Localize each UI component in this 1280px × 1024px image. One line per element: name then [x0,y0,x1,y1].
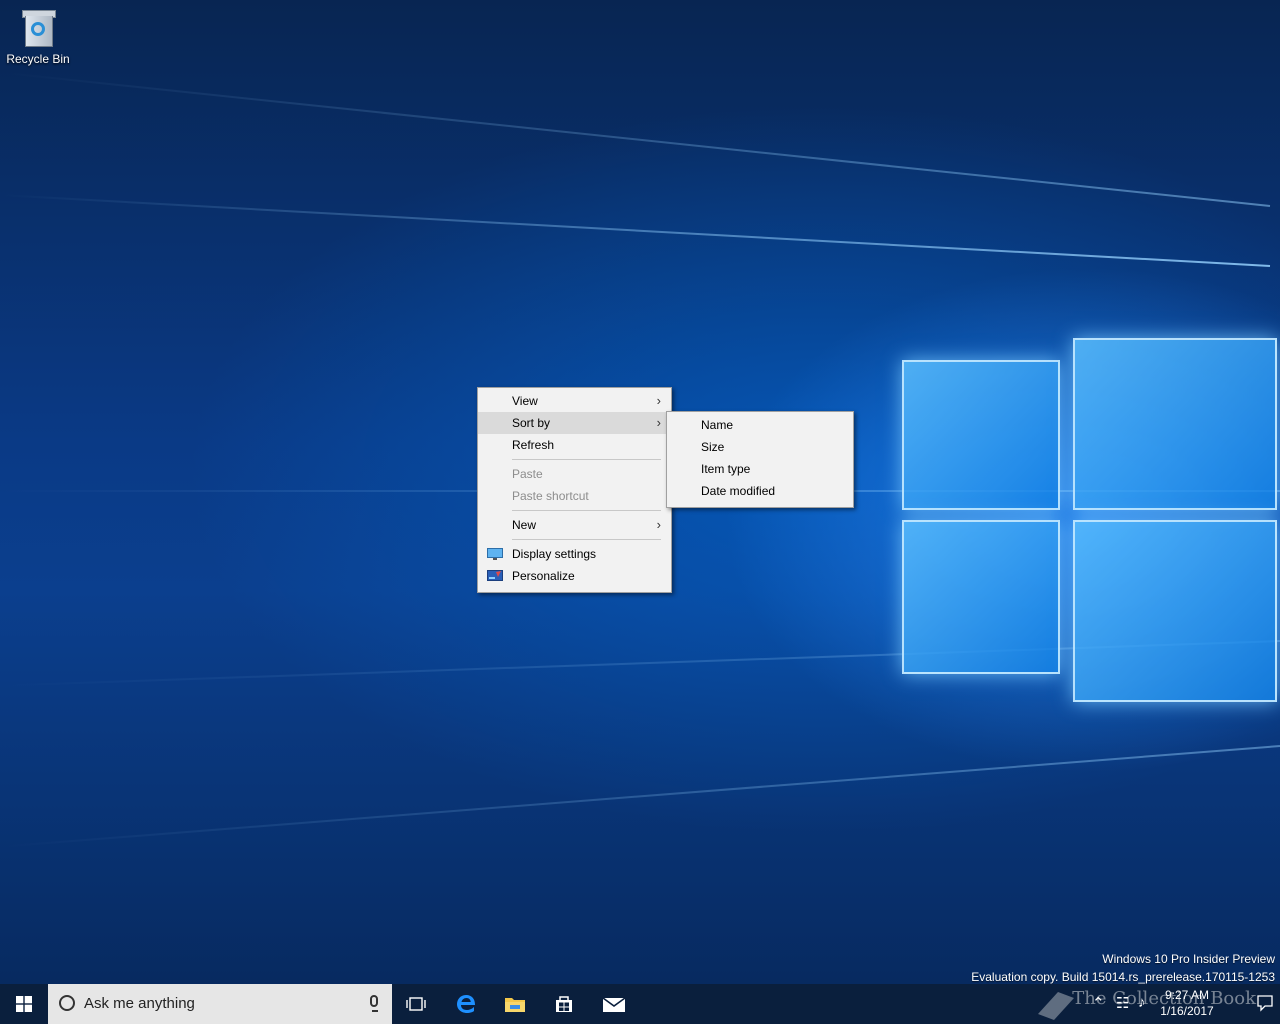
desktop-icon-label: Recycle Bin [6,52,70,66]
menu-item-label: New [512,518,537,532]
taskbar: Ask me anything ⌃ ☷ ♪ 9:27 AM 1/16/2017 … [0,984,1280,1024]
menu-item-label: Personalize [512,569,575,583]
mail-icon [602,997,626,1012]
desktop-icon-recycle-bin[interactable]: Recycle Bin [6,8,70,66]
menu-item-new[interactable]: New › [478,514,671,536]
personalize-icon [487,570,503,581]
file-explorer-icon [505,998,525,1012]
light-beam [3,745,1280,848]
menu-item-label: Paste shortcut [512,489,589,503]
menu-item-label: Item type [701,462,751,476]
menu-item-paste[interactable]: Paste [478,463,671,485]
menu-item-paste-shortcut[interactable]: Paste shortcut [478,485,671,507]
start-button[interactable] [0,984,48,1024]
logo-pane [902,360,1060,510]
submenu-item-item-type[interactable]: Item type [667,458,853,480]
chevron-right-icon: › [656,393,661,408]
logo-pane [902,520,1060,674]
logo-pane [1073,338,1277,510]
menu-item-personalize[interactable]: Personalize [478,565,671,587]
menu-item-label: View [512,394,538,408]
recycle-bin-icon [20,8,56,48]
menu-item-label: Size [701,440,725,454]
menu-item-label: Refresh [512,438,555,452]
menu-item-sort-by[interactable]: Sort by › [478,412,671,434]
menu-item-label: Display settings [512,547,597,561]
submenu-item-size[interactable]: Size [667,436,853,458]
file-explorer-button[interactable] [491,984,539,1024]
store-icon [556,996,572,1012]
menu-item-refresh[interactable]: Refresh [478,434,671,456]
menu-separator [512,539,661,540]
system-tray: ⌃ ☷ ♪ 9:27 AM 1/16/2017 The Collection B… [1020,984,1280,1024]
action-center-button[interactable] [1256,994,1274,1016]
menu-item-label: Sort by [512,416,551,430]
menu-item-view[interactable]: View › [478,390,671,412]
build-watermark: Windows 10 Pro Insider Preview Evaluatio… [971,950,1275,984]
menu-separator [512,510,661,511]
display-settings-icon [487,548,503,560]
edge-icon [457,995,475,1013]
mail-button[interactable] [590,984,638,1024]
collection-book-watermark: The Collection Book [1072,988,1256,1009]
menu-item-label: Date modified [701,484,776,498]
store-button[interactable] [540,984,588,1024]
watermark-build: Evaluation copy. Build 15014.rs_prerelea… [971,970,1275,984]
search-placeholder: Ask me anything [84,995,195,1012]
submenu-item-name[interactable]: Name [667,414,853,436]
cortana-icon [59,995,75,1011]
cortana-search-box[interactable]: Ask me anything [48,984,392,1024]
light-beam [6,72,1271,207]
menu-separator [512,459,661,460]
sort-by-submenu: Name Size Item type Date modified [666,411,854,508]
submenu-item-date-modified[interactable]: Date modified [667,480,853,502]
desktop-context-menu: View › Sort by › Refresh Paste Paste sho… [477,387,672,593]
windows-logo-icon [16,996,32,1012]
logo-pane [1073,520,1277,702]
watermark-edition: Windows 10 Pro Insider Preview [1102,952,1275,966]
task-view-icon [406,997,426,1011]
menu-item-label: Paste [512,467,543,481]
chevron-right-icon: › [656,517,661,532]
menu-item-label: Name [701,418,734,432]
chevron-right-icon: › [656,415,661,430]
task-view-button[interactable] [392,984,440,1024]
edge-button[interactable] [442,984,490,1024]
menu-item-display-settings[interactable]: Display settings [478,543,671,565]
notification-icon [1257,995,1273,1012]
microphone-icon[interactable] [370,995,378,1012]
light-beam [1,194,1271,267]
